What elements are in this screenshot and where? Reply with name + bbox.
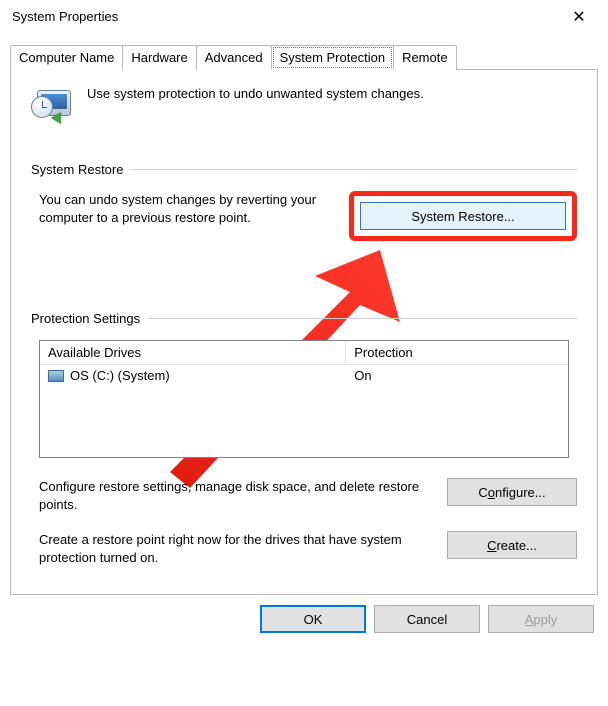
annotation-highlight: System Restore... [349,191,577,241]
group-title-system-restore: System Restore [31,162,123,177]
dialog-footer: OK Cancel Apply [0,605,594,633]
col-protection[interactable]: Protection [346,341,568,364]
drive-name: OS (C:) (System) [70,368,170,383]
drives-body[interactable]: OS (C:) (System) On [40,365,568,457]
close-button[interactable]: ✕ [556,2,602,32]
intro-row: Use system protection to undo unwanted s… [31,86,577,126]
tab-advanced[interactable]: Advanced [196,45,272,70]
configure-description: Configure restore settings, manage disk … [39,478,431,513]
create-button[interactable]: Create... [447,531,577,559]
drives-header: Available Drives Protection [40,341,568,365]
group-protection-settings: Protection Settings Available Drives Pro… [31,311,577,566]
apply-button[interactable]: Apply [488,605,594,633]
tab-panel-system-protection: Use system protection to undo unwanted s… [10,69,598,595]
tab-system-protection[interactable]: System Protection [271,45,395,70]
tab-computer-name[interactable]: Computer Name [10,45,123,70]
configure-button[interactable]: Configure... [447,478,577,506]
group-title-protection-settings: Protection Settings [31,311,140,326]
window-title: System Properties [12,9,118,24]
drive-protection-status: On [354,368,371,383]
drive-icon [48,370,64,382]
table-row[interactable]: OS (C:) (System) On [40,365,568,386]
create-description: Create a restore point right now for the… [39,531,431,566]
tab-strip: Computer Name Hardware Advanced System P… [10,44,598,69]
cancel-button[interactable]: Cancel [374,605,480,633]
group-system-restore: System Restore You can undo system chang… [31,162,577,241]
system-restore-button[interactable]: System Restore... [360,202,566,230]
system-protection-icon [31,86,75,126]
titlebar: System Properties ✕ [0,0,608,34]
system-restore-button-label: ystem Restore... [420,209,515,224]
system-restore-description: You can undo system changes by reverting… [39,191,333,226]
tab-remote[interactable]: Remote [393,45,457,70]
tab-hardware[interactable]: Hardware [122,45,196,70]
drives-table: Available Drives Protection OS (C:) (Sys… [39,340,569,458]
intro-text: Use system protection to undo unwanted s… [87,86,424,101]
ok-button[interactable]: OK [260,605,366,633]
col-available-drives[interactable]: Available Drives [40,341,346,364]
close-icon: ✕ [572,7,585,27]
